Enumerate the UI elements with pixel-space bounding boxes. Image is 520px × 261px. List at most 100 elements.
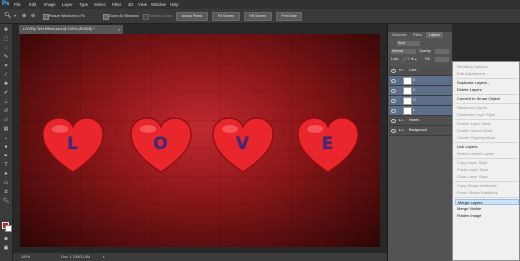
menu-item-create-clipping-mask[interactable]: Create Clipping Mask [455,135,519,141]
eyedropper-tool-icon[interactable]: ⁄ [2,72,10,79]
history-brush-tool-icon[interactable]: ↺ [2,108,10,115]
heart-letter: E [321,134,335,154]
menu-help[interactable]: Help [170,0,179,9]
path-selection-tool-icon[interactable]: ➤ [2,171,10,178]
eye-icon[interactable] [391,89,396,93]
menu-3d[interactable]: 3D [128,0,133,9]
menu-window[interactable]: Window [151,0,166,9]
menu-view[interactable]: View [138,0,147,9]
menu-item-rasterize-layer-style[interactable]: Rasterize Layer Style [455,112,519,118]
actual-pixels-button[interactable]: Actual Pixels [176,12,208,21]
chevron-right-icon[interactable]: ▸ [103,253,105,261]
menu-item-delete-layers[interactable]: Delete Layers [455,87,519,93]
quick-mask-icon[interactable]: ◙ [2,236,10,243]
menu-item-convert-smart-object[interactable]: Convert to Smart Object [455,96,519,102]
menu-item-enable-layer-mask[interactable]: Enable Layer Mask [455,121,519,127]
zoom-tool-icon[interactable]: 🔍︎ [4,12,12,20]
move-tool-icon[interactable]: ✥ [2,27,10,34]
layer-group-love[interactable]: ▾▭ Love [389,66,452,76]
hand-tool-icon[interactable]: ✋︎ [2,189,10,196]
layer-background[interactable]: ▸▭ Background [389,126,452,136]
options-bar: 🔍︎ ▾ ⊕ ⊖ Resize Windows to Fit Zoom All … [0,9,520,24]
heart-l: L [42,117,104,175]
quick-select-tool-icon[interactable]: ✎ [2,54,10,61]
menu-item-link-layers[interactable]: Link Layers [455,144,519,150]
lasso-tool-icon[interactable]: ◌ [2,45,10,52]
fit-screen-button[interactable]: Fit Screen [212,12,240,21]
menu-item-copy-layer-style[interactable]: Copy Layer Style [455,160,519,166]
menu-item-rasterize-layers[interactable]: Rasterize Layers [455,105,519,111]
blur-tool-icon[interactable]: 💧︎ [2,135,10,142]
folder-icon[interactable]: ▸▭ [399,126,404,135]
dodge-tool-icon[interactable]: ● [2,144,10,151]
menu-layer[interactable]: Layer [62,0,72,9]
menu-item-select-linked-layers[interactable]: Select Linked Layers [455,151,519,157]
fill-screen-button[interactable]: Fill Screen [244,12,272,21]
eye-icon[interactable] [391,99,396,103]
heart-o: O [130,117,192,175]
menu-item-copy-shape-attributes[interactable]: Copy Shape Attributes [455,183,519,189]
zoom-in-icon[interactable]: ⊕ [22,12,29,20]
menu-file[interactable]: File [14,0,21,9]
menu-item-merge-layers[interactable]: Merge Layers [455,199,519,205]
brush-tool-icon[interactable]: ✐ [2,90,10,97]
canvas[interactable]: L O V E [20,34,380,247]
layer-l[interactable]: L [389,106,452,116]
doc-size: Doc: 1.70M/11.8M [61,255,91,259]
marquee-tool-icon[interactable]: ⬚ [2,36,10,43]
chevron-down-icon[interactable]: ▾ [14,12,19,20]
gradient-tool-icon[interactable]: ▤ [2,126,10,133]
layer-v[interactable]: V [389,86,452,96]
menu-edit[interactable]: Edit [29,0,36,9]
tab-channels[interactable]: Channels [389,32,409,38]
clone-stamp-tool-icon[interactable]: ⊥ [2,99,10,106]
eye-icon[interactable] [391,109,396,113]
lock-icon[interactable]: ▢ ✎ ✥ 🔒︎ [403,56,417,63]
menu-type[interactable]: Type [79,0,88,9]
document-tab[interactable]: LOVEly Text Effect.psd @ 100% (RGB/8) * [19,25,123,34]
tab-layers[interactable]: Layers [426,32,443,38]
menu-item-duplicate-layers[interactable]: Duplicate Layers... [455,80,519,86]
menu-image[interactable]: Image [44,0,56,9]
menu-item-paste-shape-attributes[interactable]: Paste Shape Attributes [455,190,519,196]
menu-item-clear-layer-style[interactable]: Clear Layer Style [455,174,519,180]
blend-mode-dropdown[interactable]: Normal [391,49,416,54]
search-icon[interactable]: ⌕ [391,40,393,47]
eye-icon[interactable] [391,129,396,133]
menu-select[interactable]: Select [94,0,106,9]
eye-icon[interactable] [391,69,396,73]
blend-row: Normal Opacity: [389,48,452,55]
zoom-out-icon[interactable]: ⊖ [31,12,38,20]
folder-icon[interactable]: ▸▭ [399,116,404,125]
background-color-swatch[interactable] [5,225,12,232]
eye-icon[interactable] [391,119,396,123]
crop-tool-icon[interactable]: ⌗ [2,63,10,70]
zoom-tool-icon[interactable]: 🔍︎ [2,198,10,205]
pen-tool-icon[interactable]: ✒ [2,153,10,160]
close-icon[interactable]: × [118,25,123,34]
layer-o[interactable]: O [389,96,452,106]
tab-paths[interactable]: Paths [410,32,425,38]
healing-brush-tool-icon[interactable]: ✚ [2,81,10,88]
opacity-field[interactable] [435,49,449,54]
menu-item-paste-layer-style[interactable]: Paste Layer Style [455,167,519,173]
screen-mode-icon[interactable]: ▣ [2,245,10,252]
fill-field[interactable] [435,57,449,62]
kind-dropdown[interactable]: Kind [397,41,420,46]
shape-tool-icon[interactable]: ▭ [2,180,10,187]
menu-item-flatten-image[interactable]: Flatten Image [455,213,519,219]
menu-filter[interactable]: Filter [112,0,121,9]
zoom-level[interactable]: 100% [21,253,30,261]
menu-bar: Ps File Edit Image Layer Type Select Fil… [0,0,520,9]
menu-item-merge-visible[interactable]: Merge Visible [455,206,519,212]
layer-group-hearts[interactable]: ▸▭ Hearts [389,116,452,126]
menu-item-edit-adjustment[interactable]: Edit Adjustment... [455,71,519,77]
eraser-tool-icon[interactable]: ▱ [2,117,10,124]
print-size-button[interactable]: Print Size [276,12,302,21]
type-tool-icon[interactable]: T [2,162,10,169]
layer-e[interactable]: E [389,76,452,86]
folder-icon[interactable]: ▾▭ [399,66,404,75]
menu-item-enable-vector-mask[interactable]: Enable Vector Mask [455,128,519,134]
menu-item-blending-options[interactable]: Blending Options... [455,64,519,70]
eye-icon[interactable] [391,79,396,83]
